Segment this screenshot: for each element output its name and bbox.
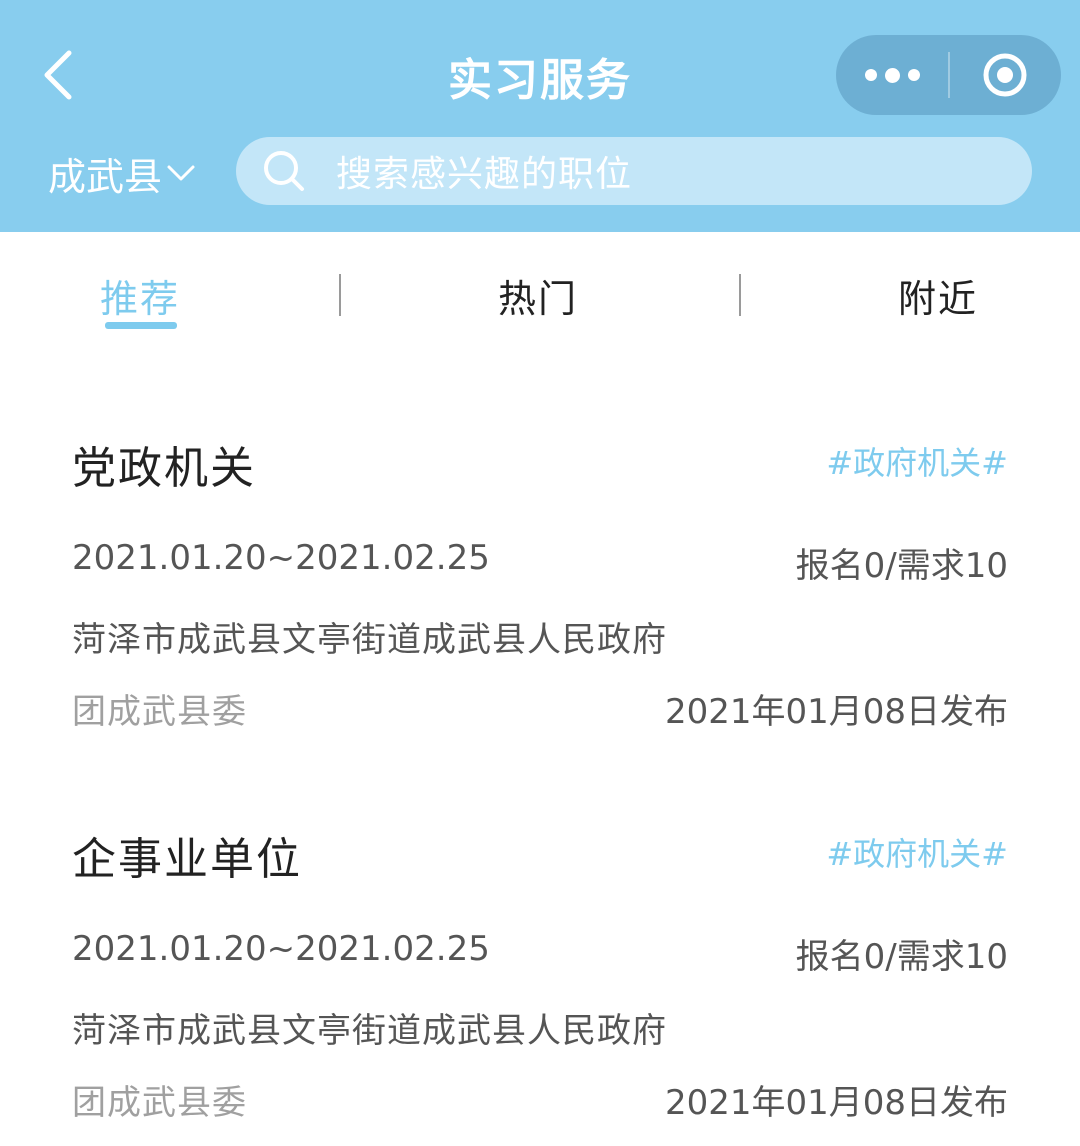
tab-active-indicator xyxy=(105,322,177,329)
chevron-down-icon xyxy=(167,165,195,181)
job-publish-date: 2021年01月08日发布 xyxy=(664,1083,1008,1123)
tab-divider xyxy=(339,274,341,316)
job-category-tag: #政府机关# xyxy=(826,444,1008,482)
more-dots-icon xyxy=(884,67,900,83)
category-tabs: 推荐 热门 附近 xyxy=(0,232,1080,352)
close-button[interactable] xyxy=(950,35,1060,115)
job-publish-date: 2021年01月08日发布 xyxy=(664,692,1008,732)
chevron-left-icon xyxy=(44,50,72,100)
target-close-icon xyxy=(983,53,1027,97)
job-quota: 报名0/需求10 xyxy=(795,937,1008,977)
more-dots-icon xyxy=(907,69,920,81)
job-category-tag: #政府机关# xyxy=(826,835,1008,873)
job-name: 党政机关 xyxy=(72,443,256,494)
tab-recommend[interactable]: 推荐 xyxy=(100,268,180,323)
search-placeholder: 搜索感兴趣的职位 xyxy=(336,154,633,195)
more-dots-icon xyxy=(864,69,877,81)
job-card[interactable]: 党政机关 #政府机关# 2021.01.20~2021.02.25 报名0/需求… xyxy=(0,432,1080,792)
header-bar: 实习服务 成武县 搜索感兴趣的职位 xyxy=(0,0,1080,232)
job-name: 企事业单位 xyxy=(72,834,302,885)
job-card[interactable]: 企事业单位 #政府机关# 2021.01.20~2021.02.25 报名0/需… xyxy=(0,823,1080,1146)
back-button[interactable] xyxy=(28,40,88,110)
job-date-range: 2021.01.20~2021.02.25 xyxy=(72,538,490,578)
job-quota: 报名0/需求10 xyxy=(795,546,1008,586)
job-address: 菏泽市成武县文亭街道成武县人民政府 xyxy=(72,1011,667,1051)
job-address: 菏泽市成武县文亭街道成武县人民政府 xyxy=(72,620,667,660)
tab-nearby[interactable]: 附近 xyxy=(898,268,978,323)
region-label: 成武县 xyxy=(48,154,163,199)
more-button[interactable] xyxy=(836,35,948,115)
tab-divider xyxy=(739,274,741,316)
region-selector[interactable]: 成武县 xyxy=(48,140,196,206)
tab-hot[interactable]: 热门 xyxy=(498,268,578,323)
job-date-range: 2021.01.20~2021.02.25 xyxy=(72,929,490,969)
mini-program-capsule xyxy=(836,35,1061,115)
job-organization: 团成武县委 xyxy=(72,1083,247,1123)
page: 实习服务 成武县 搜索感兴趣的职位 推荐 热门 附近 党政机关 #政府机关# 2… xyxy=(0,0,1080,1146)
search-icon xyxy=(262,149,306,193)
job-organization: 团成武县委 xyxy=(72,692,247,732)
search-input[interactable]: 搜索感兴趣的职位 xyxy=(236,137,1032,205)
